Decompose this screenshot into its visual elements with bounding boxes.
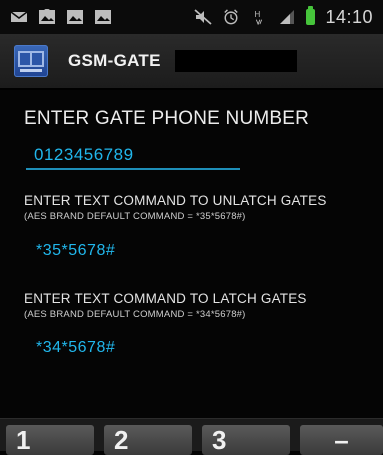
- action-bar: GSM-GATE: [0, 34, 383, 88]
- mute-icon: [194, 9, 213, 25]
- latch-section: ENTER TEXT COMMAND TO LATCH GATES (AES B…: [24, 291, 307, 320]
- key-3[interactable]: 3: [202, 425, 290, 455]
- latch-label: ENTER TEXT COMMAND TO LATCH GATES: [24, 291, 307, 306]
- status-bar: H 14:10: [0, 0, 383, 34]
- redacted-block: [174, 50, 297, 72]
- image-icon: [39, 9, 55, 24]
- signal-icon: [280, 10, 295, 24]
- latch-command-input[interactable]: *34*5678#: [36, 339, 115, 357]
- image-icon: [95, 10, 111, 24]
- phone-number-label: ENTER GATE PHONE NUMBER: [24, 108, 310, 129]
- phone-number-input[interactable]: 0123456789: [34, 145, 134, 165]
- latch-default-note: (AES BRAND DEFAULT COMMAND = *34*5678#): [24, 309, 246, 320]
- clock: 14:10: [325, 6, 373, 27]
- unlatch-default-note: (AES BRAND DEFAULT COMMAND = *35*5678#): [24, 211, 246, 222]
- key-dash[interactable]: –: [300, 425, 383, 455]
- hspa-icon: H: [255, 10, 263, 25]
- phone-number-underline: [26, 168, 240, 170]
- notification-icons: [10, 9, 112, 25]
- unlatch-label: ENTER TEXT COMMAND TO UNLATCH GATES: [24, 193, 327, 208]
- image-icon: [67, 10, 83, 24]
- app-title: GSM-GATE: [68, 51, 161, 70]
- system-icons: H 14:10: [194, 6, 373, 28]
- battery-icon: [306, 6, 316, 25]
- email-icon: [10, 11, 28, 22]
- unlatch-section: ENTER TEXT COMMAND TO UNLATCH GATES (AES…: [24, 193, 327, 222]
- svg-text:H: H: [255, 10, 261, 19]
- keyboard: 1 2 3 –: [0, 418, 383, 455]
- alarm-icon: [224, 9, 239, 25]
- unlatch-command-input[interactable]: *35*5678#: [36, 242, 115, 260]
- gate-icon: [18, 51, 44, 72]
- key-2[interactable]: 2: [104, 425, 192, 455]
- app-icon[interactable]: [14, 45, 48, 77]
- key-1[interactable]: 1: [6, 425, 94, 455]
- action-bar-divider: [0, 88, 383, 90]
